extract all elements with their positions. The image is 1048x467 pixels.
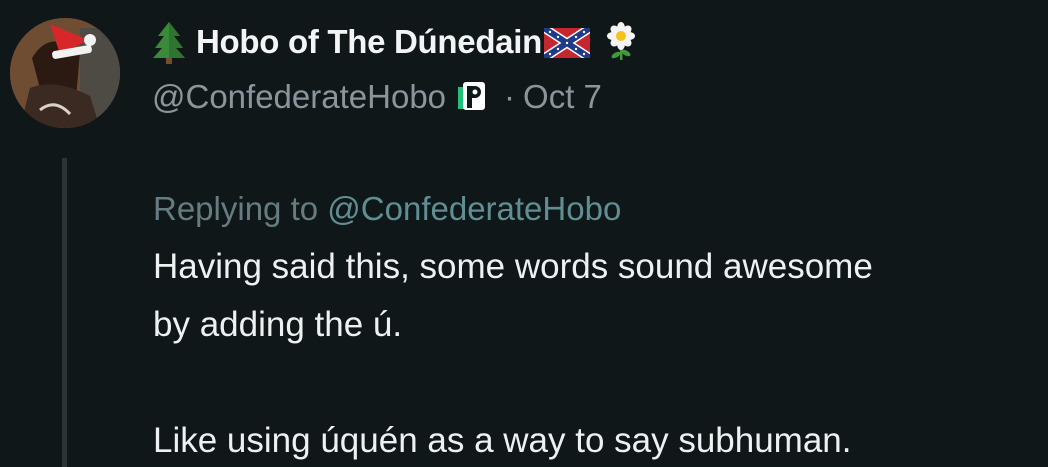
name-row: Hobo of The Dúnedain bbox=[152, 16, 1028, 68]
handle-row: @ConfederateHobo · Oct 7 bbox=[152, 70, 1028, 124]
tweet[interactable]: Hobo of The Dúnedain @ConfederateHobo · … bbox=[0, 0, 1048, 467]
replying-to-handle[interactable]: @ConfederateHobo bbox=[327, 190, 621, 227]
flower-emoji-icon bbox=[604, 22, 638, 62]
tweet-body: Replying to @ConfederateHobo Having said… bbox=[153, 184, 1028, 467]
thread-line bbox=[62, 158, 67, 467]
tweet-text: Having said this, some words sound aweso… bbox=[153, 247, 873, 460]
avatar[interactable] bbox=[10, 18, 120, 128]
flag-emoji-icon bbox=[541, 24, 593, 62]
replying-to: Replying to @ConfederateHobo bbox=[153, 184, 1028, 234]
tree-emoji-icon bbox=[152, 20, 186, 64]
p-badge-icon bbox=[458, 79, 488, 115]
tweet-header: Hobo of The Dúnedain @ConfederateHobo · … bbox=[152, 16, 1028, 124]
author-handle[interactable]: @ConfederateHobo bbox=[152, 78, 446, 116]
separator-dot: · bbox=[504, 78, 516, 115]
replying-to-prefix: Replying to bbox=[153, 190, 319, 227]
tweet-date[interactable]: Oct 7 bbox=[523, 78, 602, 116]
display-name[interactable]: Hobo of The Dúnedain bbox=[196, 23, 542, 61]
